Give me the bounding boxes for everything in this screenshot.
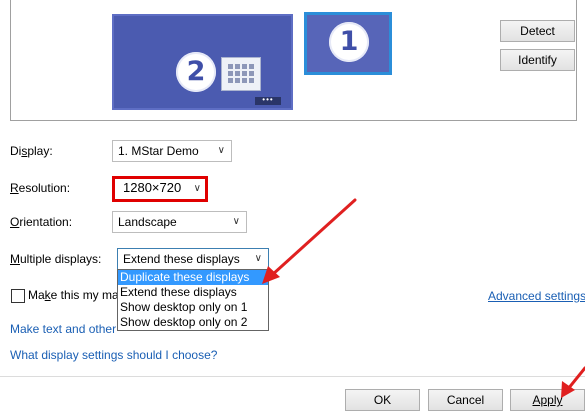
start-screen-icon [221,57,261,91]
monitor-2-tile[interactable]: 2 ••• [112,14,293,110]
advanced-settings-link[interactable]: Advanced settings [488,289,585,303]
chevron-down-icon: ∨ [193,183,201,194]
text-size-link[interactable]: Make text and other items larger or smal… [10,322,118,336]
ok-button[interactable]: OK [345,389,420,411]
cancel-button-label: Cancel [446,393,485,407]
taskbar-dots-icon: ••• [255,96,281,105]
orientation-select[interactable]: Landscape ∨ [112,211,247,233]
chevron-down-icon: ∨ [254,253,262,264]
arrow-to-duplicate-option [262,198,357,284]
orientation-select-value: Landscape [118,215,177,229]
dropdown-option-duplicate[interactable]: Duplicate these displays [118,270,268,285]
display-select[interactable]: 1. MStar Demo ∨ [112,140,232,162]
chevron-down-icon: ∨ [217,145,225,156]
dropdown-option-extend[interactable]: Extend these displays [118,285,268,300]
monitor-2-number: 2 [176,52,216,92]
resolution-select[interactable]: 1280×720 ∨ [112,176,208,202]
identify-button[interactable]: Identify [500,49,575,71]
identify-button-label: Identify [518,53,557,67]
display-help-link[interactable]: What display settings should I choose? [10,348,217,362]
ok-button-label: OK [373,393,392,407]
display-label: Display: [10,144,53,158]
apply-button-label: Apply [532,393,563,407]
resolution-label: Resolution: [10,181,71,195]
dropdown-option-only-1[interactable]: Show desktop only on 1 [118,300,268,315]
dropdown-option-only-2[interactable]: Show desktop only on 2 [118,315,268,330]
footer-divider [0,376,585,377]
apply-button[interactable]: Apply [510,389,585,411]
resolution-select-value: 1280×720 [123,180,182,195]
multiple-displays-select[interactable]: Extend these displays ∨ [117,248,269,270]
main-display-checkbox[interactable] [11,289,25,303]
multiple-displays-label: Multiple displays: [10,252,102,266]
multiple-displays-dropdown-list: Duplicate these displays Extend these di… [117,269,269,331]
chevron-down-icon: ∨ [232,216,240,227]
detect-button[interactable]: Detect [500,20,575,42]
main-display-checkbox-label[interactable]: Make this my main display [28,288,118,302]
monitor-1-tile[interactable]: 1 [304,12,392,75]
display-select-value: 1. MStar Demo [118,144,199,158]
detect-button-label: Detect [520,24,555,38]
multiple-displays-select-value: Extend these displays [123,252,240,266]
orientation-label: Orientation: [10,215,73,229]
monitor-1-number: 1 [329,22,369,62]
cancel-button[interactable]: Cancel [428,389,503,411]
monitor-arrangement-panel: 2 ••• 1 [10,0,577,121]
